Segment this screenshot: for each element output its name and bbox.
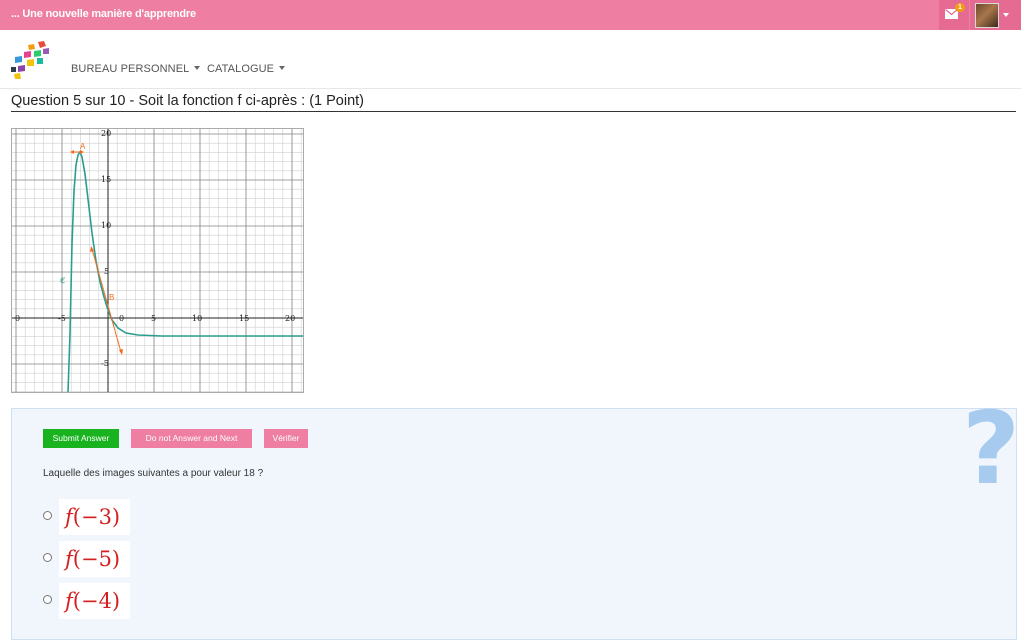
graph-minor-grid [12,129,303,392]
function-argument: (−4) [72,589,121,613]
y-tick-label: -5 [101,359,109,368]
nav-bureau-personnel-label: BUREAU PERSONNEL [71,63,190,75]
x-tick-label: -5 [58,314,66,323]
x-tick-label: 5 [151,314,156,323]
verify-button[interactable]: Vérifier [264,429,308,448]
user-menu-button[interactable] [970,0,1021,30]
point-b-label: B [109,293,114,302]
chevron-down-icon [194,66,201,70]
submit-answer-button[interactable]: Submit Answer [43,429,119,448]
question-title: Question 5 sur 10 - Soit la fonction f c… [11,93,1016,112]
nav-bureau-personnel[interactable]: BUREAU PERSONNEL [71,63,201,75]
y-tick-label: 15 [101,175,111,184]
mail-count-badge: 1 [955,3,965,12]
help-question-icon: ? [962,390,1021,507]
answer-radio[interactable] [43,553,52,562]
x-tick-label: 15 [239,314,249,323]
function-name: f [65,505,73,529]
function-name: f [65,547,73,571]
x-tick-label: 10 [192,314,202,323]
answer-math: f(−4) [59,583,130,619]
logo[interactable] [10,40,52,80]
answer-radio[interactable] [43,511,52,520]
nav-catalogue-label: CATALOGUE [207,63,275,75]
answer-radio[interactable] [43,595,52,604]
x-tick-label: 0 [15,314,20,323]
question-prompt: Laquelle des images suivantes a pour val… [43,468,264,479]
main-nav: BUREAU PERSONNEL CATALOGUE [0,30,1021,89]
chevron-down-icon [1003,13,1009,17]
curve-label: ℭ [60,276,66,285]
messages-button[interactable]: 1 [939,0,969,30]
y-tick-label: 5 [104,267,109,276]
answer-math: f(−5) [59,541,130,577]
function-argument: (−3) [72,505,121,529]
answer-math: f(−3) [59,499,130,535]
function-graph: 0 -5 0 5 10 15 20 20 15 10 5 -5 A B ℭ [11,128,304,393]
x-tick-label: 0 [119,314,124,323]
chevron-down-icon [279,66,286,70]
skip-question-button[interactable]: Do not Answer and Next [131,429,252,448]
arrowhead-icon [70,150,74,154]
nav-catalogue[interactable]: CATALOGUE [207,63,286,75]
arrowhead-icon [119,349,123,355]
y-tick-label: 20 [101,129,111,138]
brand-title[interactable]: ... Une nouvelle manière d'apprendre [11,8,196,20]
function-name: f [65,589,73,613]
graph-canvas: 0 -5 0 5 10 15 20 20 15 10 5 -5 A B ℭ [12,129,303,393]
y-tick-label: 10 [101,221,111,230]
graph-major-grid [12,129,303,392]
top-bar: ... Une nouvelle manière d'apprendre 1 [0,0,1021,30]
avatar [975,3,999,28]
point-a-label: A [80,142,86,151]
answer-panel: ? Submit Answer Do not Answer and Next V… [11,399,1020,640]
x-tick-label: 20 [285,314,295,323]
function-argument: (−5) [72,547,121,571]
